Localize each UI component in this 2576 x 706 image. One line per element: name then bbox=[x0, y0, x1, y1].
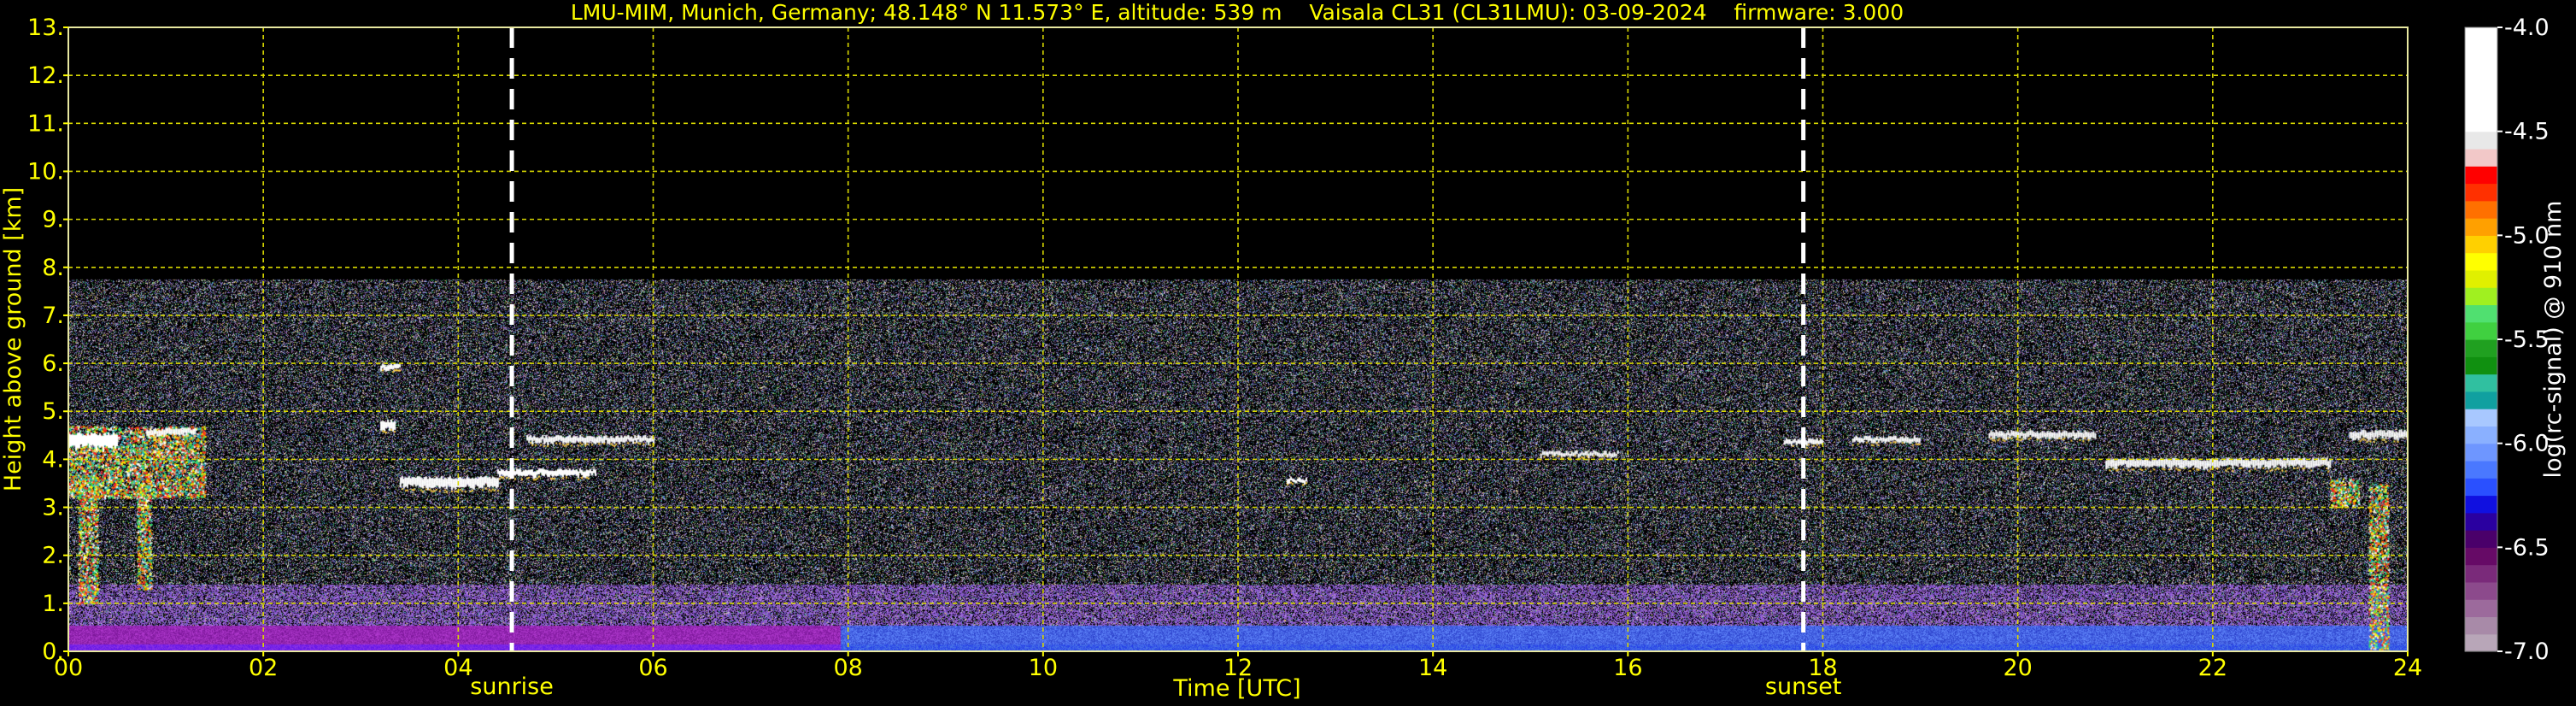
colorbar-segment bbox=[2465, 287, 2497, 306]
y-tick-label: 13. bbox=[27, 15, 64, 41]
y-tick-label: 1. bbox=[42, 591, 64, 617]
y-tick-label: 9. bbox=[42, 207, 64, 233]
colorbar-tick-label: -4.5 bbox=[2504, 119, 2550, 145]
x-tick-label: 02 bbox=[249, 655, 278, 681]
colorbar-segment bbox=[2465, 44, 2497, 63]
colorbar-segment bbox=[2465, 252, 2497, 271]
y-tick-label: 10. bbox=[27, 158, 64, 185]
y-tick-label: 6. bbox=[42, 350, 64, 377]
x-tick-label: 04 bbox=[443, 655, 472, 681]
colorbar-segment bbox=[2465, 581, 2497, 600]
colorbar-segment bbox=[2465, 235, 2497, 254]
colorbar-segment bbox=[2465, 374, 2497, 392]
colorbar-tick-label: -6.5 bbox=[2504, 534, 2550, 561]
colorbar-segment bbox=[2465, 183, 2497, 202]
x-axis-label: Time [UTC] bbox=[1172, 675, 1300, 702]
y-tick-label: 12. bbox=[27, 62, 64, 89]
y-tick-label: 4. bbox=[42, 446, 64, 473]
colorbar-segment bbox=[2465, 616, 2497, 635]
colorbar-segment bbox=[2465, 131, 2497, 150]
y-tick-label: 7. bbox=[42, 303, 64, 329]
colorbar-segment bbox=[2465, 114, 2497, 132]
colorbar-segment bbox=[2465, 530, 2497, 548]
y-tick-label: 3. bbox=[42, 495, 64, 521]
y-axis-ticks: 0. 1. 2. 3. 4. 5. 6. 7. 8. 9. 10. 11. 12. 13. bbox=[27, 15, 68, 665]
colorbar-segment bbox=[2465, 478, 2497, 497]
x-tick-label: 16 bbox=[1613, 655, 1642, 681]
y-tick-label: 0. bbox=[42, 638, 64, 665]
marker-label-sunrise: sunrise bbox=[470, 674, 554, 700]
x-tick-label: 24 bbox=[2393, 655, 2422, 681]
colorbar-segment bbox=[2465, 27, 2497, 45]
colorbar-segment bbox=[2465, 443, 2497, 462]
grid bbox=[68, 27, 2408, 651]
colorbar-segment bbox=[2465, 356, 2497, 375]
x-tick-label: 08 bbox=[833, 655, 862, 681]
y-axis-label: Height above ground [km] bbox=[0, 187, 26, 491]
y-tick-label: 11. bbox=[27, 110, 64, 137]
x-tick-label: 14 bbox=[1418, 655, 1447, 681]
colorbar-label: log(rc-signal) @ 910 nm bbox=[2540, 201, 2567, 479]
colorbar-segment bbox=[2465, 200, 2497, 219]
x-tick-label: 18 bbox=[1808, 655, 1837, 681]
colorbar-segment bbox=[2465, 62, 2497, 80]
colorbar-segment bbox=[2465, 148, 2497, 167]
y-tick-label: 8. bbox=[42, 255, 64, 281]
y-tick-label: 5. bbox=[42, 398, 64, 425]
chart-title: LMU-MIM, Munich, Germany; 48.148° N 11.5… bbox=[571, 0, 1904, 25]
ceilometer-figure: sunrise sunset 00 02 04 06 08 10 12 14 16 18 20 22 24… bbox=[0, 0, 2576, 706]
colorbar-segment bbox=[2465, 304, 2497, 323]
colorbar-segment bbox=[2465, 426, 2497, 444]
x-tick-label: 10 bbox=[1029, 655, 1058, 681]
colorbar: -4.0-4.5-5.0-5.5-6.0-6.5-7.0 bbox=[2464, 15, 2550, 665]
y-tick-label: 2. bbox=[42, 543, 64, 569]
colorbar-tick-label: -4.0 bbox=[2504, 15, 2550, 41]
colorbar-segment bbox=[2465, 79, 2497, 97]
x-tick-label: 22 bbox=[2198, 655, 2227, 681]
colorbar-segment bbox=[2465, 460, 2497, 479]
colorbar-tick-label: -7.0 bbox=[2504, 638, 2550, 665]
x-tick-label: 20 bbox=[2003, 655, 2032, 681]
colorbar-segment bbox=[2465, 391, 2497, 409]
colorbar-segment bbox=[2465, 409, 2497, 427]
x-tick-label: 06 bbox=[638, 655, 667, 681]
chart-svg: sunrise sunset 00 02 04 06 08 10 12 14 16 18 20 22 24… bbox=[0, 0, 2567, 702]
colorbar-segment bbox=[2465, 633, 2497, 652]
colorbar-segment bbox=[2465, 547, 2497, 566]
colorbar-segment bbox=[2465, 166, 2497, 185]
colorbar-segment bbox=[2465, 599, 2497, 618]
colorbar-segment bbox=[2465, 339, 2497, 357]
colorbar-segment bbox=[2465, 218, 2497, 236]
colorbar-segment bbox=[2465, 495, 2497, 514]
colorbar-segment bbox=[2465, 321, 2497, 340]
colorbar-segment bbox=[2465, 512, 2497, 531]
colorbar-segment bbox=[2465, 564, 2497, 583]
colorbar-segment bbox=[2465, 97, 2497, 115]
colorbar-segment bbox=[2465, 269, 2497, 288]
